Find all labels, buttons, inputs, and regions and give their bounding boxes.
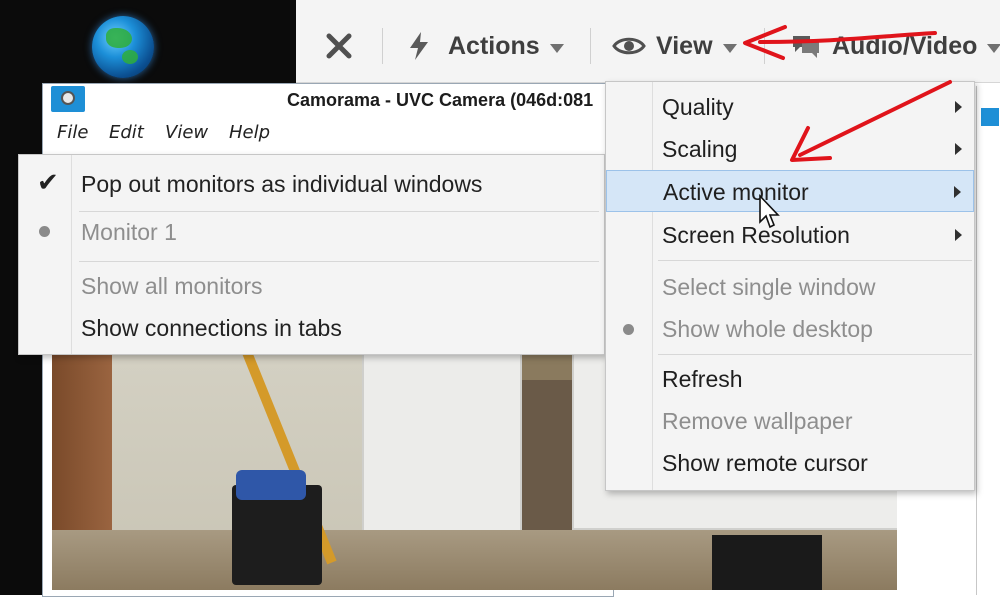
radio-dot-icon xyxy=(623,324,634,335)
eye-icon xyxy=(612,37,646,55)
chevron-down-icon xyxy=(549,43,564,53)
webcam-icon xyxy=(51,86,85,112)
camorama-titlebar: Camorama - UVC Camera (046d:081 xyxy=(43,84,613,114)
close-button[interactable] xyxy=(324,26,354,66)
menu-item-select-single-window[interactable]: Select single window xyxy=(606,266,974,308)
menu-view[interactable]: View xyxy=(165,122,208,143)
globe-icon xyxy=(92,16,154,78)
menu-item-active-monitor[interactable]: Active monitor xyxy=(606,170,974,212)
monitors-submenu: ✔ Pop out monitors as individual windows… xyxy=(18,154,605,355)
view-menu-button[interactable]: View xyxy=(612,26,737,66)
toolbar-separator xyxy=(764,28,765,64)
menu-item-pop-out-monitors[interactable]: ✔ Pop out monitors as individual windows xyxy=(19,161,604,207)
menu-item-show-connections-in-tabs[interactable]: Show connections in tabs xyxy=(19,305,604,351)
menu-help[interactable]: Help xyxy=(229,122,270,143)
toolbar: Actions View Audio/Video xyxy=(296,0,1000,83)
menu-item-quality[interactable]: Quality xyxy=(606,86,974,128)
mouse-cursor-icon xyxy=(759,194,780,229)
camorama-title: Camorama - UVC Camera (046d:081 xyxy=(287,90,594,110)
menu-item-show-remote-cursor[interactable]: Show remote cursor xyxy=(606,442,974,484)
submenu-arrow-icon xyxy=(955,229,962,241)
submenu-arrow-icon xyxy=(955,101,962,113)
chevron-down-icon xyxy=(722,43,737,53)
menu-item-scaling[interactable]: Scaling xyxy=(606,128,974,170)
audio-video-label: Audio/Video xyxy=(832,31,978,60)
view-label: View xyxy=(656,31,713,60)
submenu-arrow-icon xyxy=(955,143,962,155)
lightning-icon xyxy=(410,32,428,60)
view-menu: Quality Scaling Active monitor Screen Re… xyxy=(605,81,975,491)
camorama-menubar: File Edit View Help xyxy=(43,114,613,148)
chat-icon xyxy=(793,36,819,58)
actions-label: Actions xyxy=(448,31,540,60)
menu-item-remove-wallpaper[interactable]: Remove wallpaper xyxy=(606,400,974,442)
menu-edit[interactable]: Edit xyxy=(109,122,144,143)
radio-dot-icon xyxy=(39,226,50,237)
menu-item-show-all-monitors[interactable]: Show all monitors xyxy=(19,263,604,309)
menu-file[interactable]: File xyxy=(57,122,88,143)
right-window-edge xyxy=(976,86,1000,595)
menu-item-show-whole-desktop[interactable]: Show whole desktop xyxy=(606,308,974,350)
actions-menu-button[interactable]: Actions xyxy=(406,26,564,66)
menu-item-refresh[interactable]: Refresh xyxy=(606,358,974,400)
toolbar-separator xyxy=(382,28,383,64)
menu-item-screen-resolution[interactable]: Screen Resolution xyxy=(606,214,974,256)
check-icon: ✔ xyxy=(37,167,59,197)
audio-video-menu-button[interactable]: Audio/Video xyxy=(790,26,1000,66)
chevron-down-icon xyxy=(987,43,1000,53)
menu-item-monitor-1[interactable]: Monitor 1 xyxy=(19,209,604,255)
submenu-arrow-icon xyxy=(954,186,961,198)
close-icon xyxy=(326,33,352,59)
toolbar-separator xyxy=(590,28,591,64)
